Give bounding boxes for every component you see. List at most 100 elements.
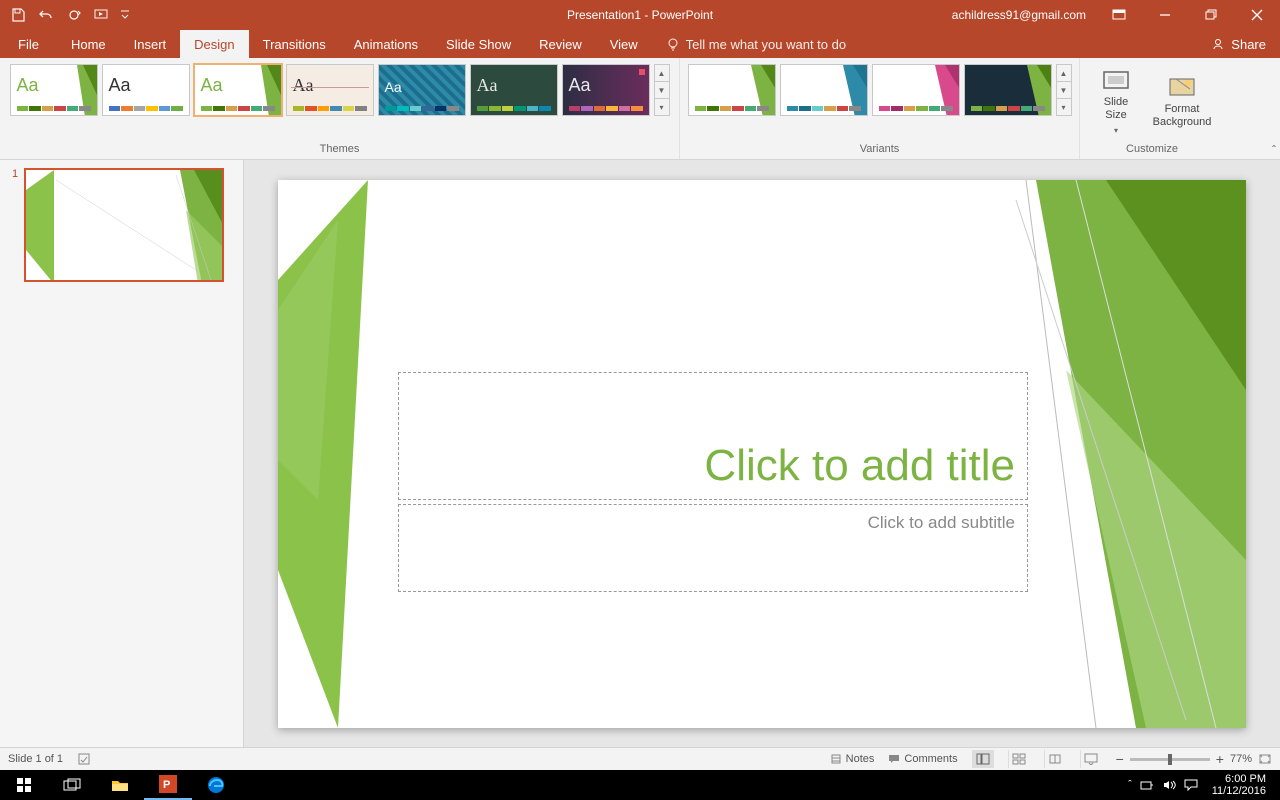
volume-icon[interactable] bbox=[1162, 779, 1176, 791]
ribbon: Aa Aa Aa Aa Aa Aa bbox=[0, 58, 1280, 160]
window-title: Presentation1 - PowerPoint bbox=[567, 8, 713, 22]
scroll-up-icon[interactable]: ▲ bbox=[655, 65, 669, 82]
slideshow-view-icon[interactable] bbox=[1080, 750, 1102, 768]
title-bar: Presentation1 - PowerPoint achildress91@… bbox=[0, 0, 1280, 30]
variant-thumb[interactable] bbox=[688, 64, 776, 116]
themes-gallery: Aa Aa Aa Aa Aa Aa bbox=[10, 64, 670, 116]
normal-view-icon[interactable] bbox=[972, 750, 994, 768]
redo-icon[interactable] bbox=[62, 3, 86, 27]
time: 6:00 PM bbox=[1212, 773, 1266, 785]
minimize-icon[interactable] bbox=[1142, 0, 1188, 30]
tell-me-search[interactable]: Tell me what you want to do bbox=[652, 30, 846, 58]
notes-icon bbox=[830, 753, 842, 765]
variants-scroll[interactable]: ▲▼▾ bbox=[1056, 64, 1072, 116]
subtitle-placeholder-text: Click to add subtitle bbox=[868, 513, 1015, 532]
comments-button[interactable]: Comments bbox=[888, 753, 957, 765]
save-icon[interactable] bbox=[6, 3, 30, 27]
workspace: 1 bbox=[0, 160, 1280, 747]
task-view-icon[interactable] bbox=[48, 770, 96, 800]
start-button[interactable] bbox=[0, 770, 48, 800]
notes-button[interactable]: Notes bbox=[830, 753, 875, 765]
tab-slideshow[interactable]: Slide Show bbox=[432, 30, 525, 58]
scroll-up-icon[interactable]: ▲ bbox=[1057, 65, 1071, 82]
tab-animations[interactable]: Animations bbox=[340, 30, 432, 58]
zoom-out-icon[interactable]: − bbox=[1116, 751, 1124, 767]
zoom-controls: − + 77% bbox=[1116, 751, 1272, 767]
theme-thumb-selected[interactable]: Aa bbox=[194, 64, 282, 116]
lightbulb-icon bbox=[666, 37, 680, 51]
format-background-label: Format Background bbox=[1153, 103, 1212, 129]
title-placeholder[interactable]: Click to add title bbox=[398, 372, 1028, 500]
slide: Click to add title Click to add subtitle bbox=[278, 180, 1246, 728]
gallery-more-icon[interactable]: ▾ bbox=[655, 99, 669, 115]
zoom-slider[interactable] bbox=[1130, 758, 1210, 761]
close-icon[interactable] bbox=[1234, 0, 1280, 30]
taskbar: P ˆ 6:00 PM 11/12/2016 bbox=[0, 770, 1280, 800]
scroll-down-icon[interactable]: ▼ bbox=[1057, 82, 1071, 99]
theme-thumb[interactable]: Aa bbox=[562, 64, 650, 116]
fit-to-window-icon[interactable] bbox=[1258, 753, 1272, 765]
tab-home[interactable]: Home bbox=[57, 30, 120, 58]
slide-size-label: Slide Size bbox=[1104, 96, 1128, 122]
theme-thumb[interactable]: Aa bbox=[10, 64, 98, 116]
status-bar: Slide 1 of 1 Notes Comments − + 77% bbox=[0, 747, 1280, 770]
comments-icon bbox=[888, 753, 900, 765]
variant-thumb[interactable] bbox=[872, 64, 960, 116]
tab-insert[interactable]: Insert bbox=[120, 30, 181, 58]
slide-thumbnail[interactable] bbox=[24, 168, 224, 282]
ribbon-display-options-icon[interactable] bbox=[1096, 0, 1142, 30]
clock[interactable]: 6:00 PM 11/12/2016 bbox=[1206, 773, 1272, 797]
zoom-in-icon[interactable]: + bbox=[1216, 751, 1224, 767]
tab-file[interactable]: File bbox=[0, 30, 57, 58]
themes-group-label: Themes bbox=[320, 141, 360, 157]
theme-thumb[interactable]: Aa bbox=[102, 64, 190, 116]
edge-app-icon[interactable] bbox=[192, 770, 240, 800]
share-icon bbox=[1211, 37, 1225, 51]
theme-thumb[interactable]: Aa bbox=[470, 64, 558, 116]
variants-gallery: ▲▼▾ bbox=[688, 64, 1072, 116]
maximize-icon[interactable] bbox=[1188, 0, 1234, 30]
start-from-beginning-icon[interactable] bbox=[90, 3, 114, 27]
zoom-level[interactable]: 77% bbox=[1230, 753, 1252, 765]
theme-thumb[interactable]: Aa bbox=[286, 64, 374, 116]
account-label[interactable]: achildress91@gmail.com bbox=[942, 8, 1096, 22]
powerpoint-app-icon[interactable]: P bbox=[144, 770, 192, 800]
slide-size-button[interactable]: Slide Size ▾ bbox=[1086, 64, 1146, 136]
variant-thumb[interactable] bbox=[964, 64, 1052, 116]
themes-scroll[interactable]: ▲▼▾ bbox=[654, 64, 670, 116]
tell-me-label: Tell me what you want to do bbox=[686, 37, 846, 52]
tab-transitions[interactable]: Transitions bbox=[249, 30, 340, 58]
slide-size-icon bbox=[1102, 68, 1130, 92]
format-background-icon bbox=[1168, 75, 1196, 99]
format-background-button[interactable]: Format Background bbox=[1146, 64, 1218, 136]
tab-design[interactable]: Design bbox=[180, 30, 248, 58]
slide-counter[interactable]: Slide 1 of 1 bbox=[8, 753, 63, 765]
share-button[interactable]: Share bbox=[1197, 30, 1280, 58]
theme-decoration-left bbox=[278, 180, 408, 728]
quick-access-toolbar bbox=[0, 3, 132, 27]
slide-sorter-view-icon[interactable] bbox=[1008, 750, 1030, 768]
subtitle-placeholder[interactable]: Click to add subtitle bbox=[398, 504, 1028, 592]
tab-review[interactable]: Review bbox=[525, 30, 596, 58]
spellcheck-icon[interactable] bbox=[77, 752, 91, 766]
variant-thumb[interactable] bbox=[780, 64, 868, 116]
date: 11/12/2016 bbox=[1212, 785, 1266, 797]
scroll-down-icon[interactable]: ▼ bbox=[655, 82, 669, 99]
reading-view-icon[interactable] bbox=[1044, 750, 1066, 768]
undo-icon[interactable] bbox=[34, 3, 58, 27]
network-icon[interactable] bbox=[1140, 779, 1154, 791]
theme-thumb[interactable]: Aa bbox=[378, 64, 466, 116]
slide-number: 1 bbox=[12, 168, 18, 282]
gallery-more-icon[interactable]: ▾ bbox=[1057, 99, 1071, 115]
file-explorer-icon[interactable] bbox=[96, 770, 144, 800]
tab-view[interactable]: View bbox=[596, 30, 652, 58]
group-customize: Slide Size ▾ Format Background Customize bbox=[1080, 58, 1224, 159]
slide-canvas-area[interactable]: Click to add title Click to add subtitle bbox=[244, 160, 1280, 747]
collapse-ribbon-icon[interactable]: ˆ bbox=[1272, 143, 1276, 157]
qat-customize-icon[interactable] bbox=[118, 3, 132, 27]
title-placeholder-text: Click to add title bbox=[704, 441, 1015, 491]
tray-overflow-icon[interactable]: ˆ bbox=[1128, 779, 1132, 791]
ribbon-tabs: File Home Insert Design Transitions Anim… bbox=[0, 30, 1280, 58]
action-center-icon[interactable] bbox=[1184, 779, 1198, 791]
svg-text:P: P bbox=[163, 779, 170, 791]
